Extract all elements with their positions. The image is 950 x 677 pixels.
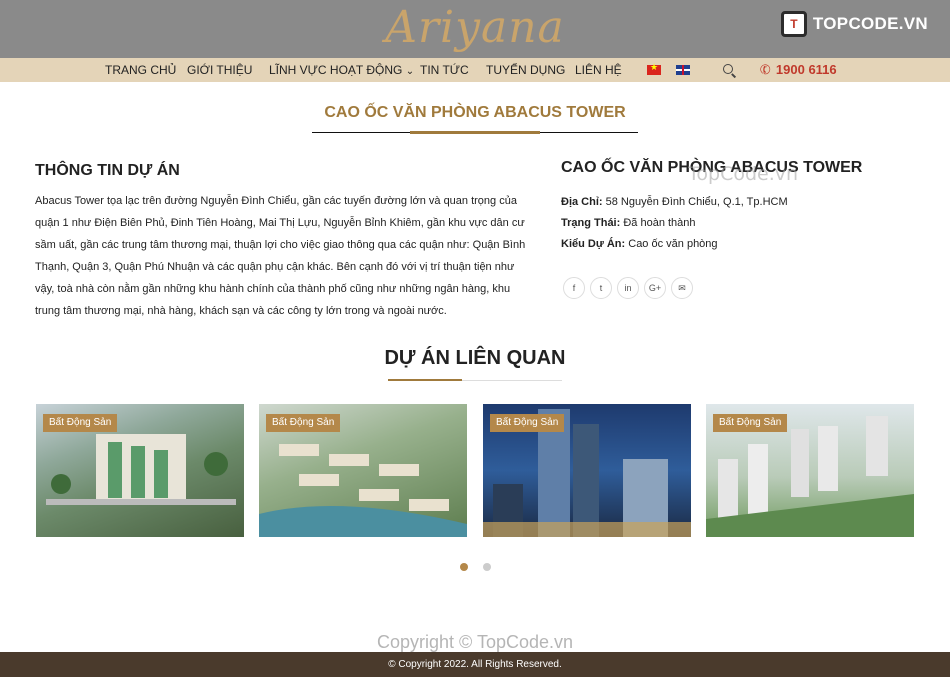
linkedin-icon[interactable]: in bbox=[617, 277, 639, 299]
email-icon[interactable]: ✉ bbox=[671, 277, 693, 299]
site-header: Ariyana T TOPCODE.VN bbox=[0, 0, 950, 58]
twitter-icon[interactable]: t bbox=[590, 277, 612, 299]
related-project-card[interactable]: Bất Động Sản bbox=[706, 404, 914, 537]
related-accent bbox=[388, 379, 462, 381]
page-title: CAO ỐC VĂN PHÒNG ABACUS TOWER bbox=[324, 104, 626, 121]
hotline[interactable]: ✆ 1900 6116 bbox=[758, 58, 837, 82]
facebook-icon[interactable]: f bbox=[563, 277, 585, 299]
nav-item-about[interactable]: GIỚI THIỆU bbox=[187, 58, 252, 82]
related-projects-heading: DỰ ÁN LIÊN QUAN bbox=[384, 347, 566, 369]
project-type: Kiểu Dự Án: Cao ốc văn phòng bbox=[561, 235, 718, 253]
related-project-card[interactable]: Bất Động Sản bbox=[483, 404, 691, 537]
nav-item-careers[interactable]: TUYỂN DỤNG bbox=[486, 58, 565, 82]
google-plus-icon[interactable]: G+ bbox=[644, 277, 666, 299]
nav-item-fields-label: LĨNH VỰC HOẠT ĐỘNG bbox=[269, 63, 403, 77]
project-status: Trạng Thái: Đã hoàn thành bbox=[561, 214, 696, 232]
vietnam-flag-icon[interactable] bbox=[647, 62, 661, 75]
project-description: Abacus Tower tọa lạc trên đường Nguyễn Đ… bbox=[35, 195, 526, 317]
nav-item-news[interactable]: TIN TỨC bbox=[420, 58, 469, 82]
topcode-brand: T TOPCODE.VN bbox=[780, 11, 928, 37]
type-value: Cao ốc văn phòng bbox=[628, 238, 718, 250]
address-value: 58 Nguyễn Đình Chiểu, Q.1, Tp.HCM bbox=[605, 196, 788, 208]
project-address: Địa Chỉ: 58 Nguyễn Đình Chiểu, Q.1, Tp.H… bbox=[561, 193, 788, 211]
nav-item-fields[interactable]: LĨNH VỰC HOẠT ĐỘNG ⌄ bbox=[269, 58, 414, 84]
hotline-number: 1900 6116 bbox=[775, 62, 837, 77]
carousel-dot[interactable] bbox=[483, 563, 491, 571]
category-badge: Bất Động Sản bbox=[490, 414, 565, 432]
site-footer: © Copyright 2022. All Rights Reserved. bbox=[0, 652, 950, 677]
related-project-card[interactable]: Bất Động Sản bbox=[36, 404, 244, 537]
topcode-brand-text: TOPCODE.VN bbox=[812, 14, 928, 33]
copyright-watermark: Copyright © TopCode.vn bbox=[376, 632, 574, 652]
chevron-down-icon: ⌄ bbox=[405, 66, 415, 77]
project-info-heading: THÔNG TIN DỰ ÁN bbox=[35, 162, 180, 179]
watermark-text: TopCode.vn bbox=[688, 163, 799, 185]
status-label: Trạng Thái: bbox=[561, 217, 621, 229]
uk-flag-icon[interactable] bbox=[676, 65, 690, 75]
carousel-dot-active[interactable] bbox=[460, 563, 468, 571]
phone-icon: ✆ bbox=[757, 60, 773, 79]
related-project-card[interactable]: Bất Động Sản bbox=[259, 404, 467, 537]
topcode-logo-icon: T bbox=[780, 11, 807, 37]
main-nav: TRANG CHỦ GIỚI THIỆU LĨNH VỰC HOẠT ĐỘNG … bbox=[0, 58, 950, 82]
type-label: Kiểu Dự Án: bbox=[561, 238, 626, 250]
category-badge: Bất Động Sản bbox=[713, 414, 788, 432]
category-badge: Bất Động Sản bbox=[43, 414, 118, 432]
address-label: Địa Chỉ: bbox=[561, 196, 603, 208]
status-value: Đã hoàn thành bbox=[623, 217, 696, 229]
category-badge: Bất Động Sản bbox=[266, 414, 341, 432]
nav-item-home[interactable]: TRANG CHỦ bbox=[105, 58, 176, 82]
search-icon[interactable] bbox=[723, 64, 733, 74]
title-accent bbox=[410, 131, 540, 134]
nav-item-contact[interactable]: LIÊN HỆ bbox=[575, 58, 622, 82]
